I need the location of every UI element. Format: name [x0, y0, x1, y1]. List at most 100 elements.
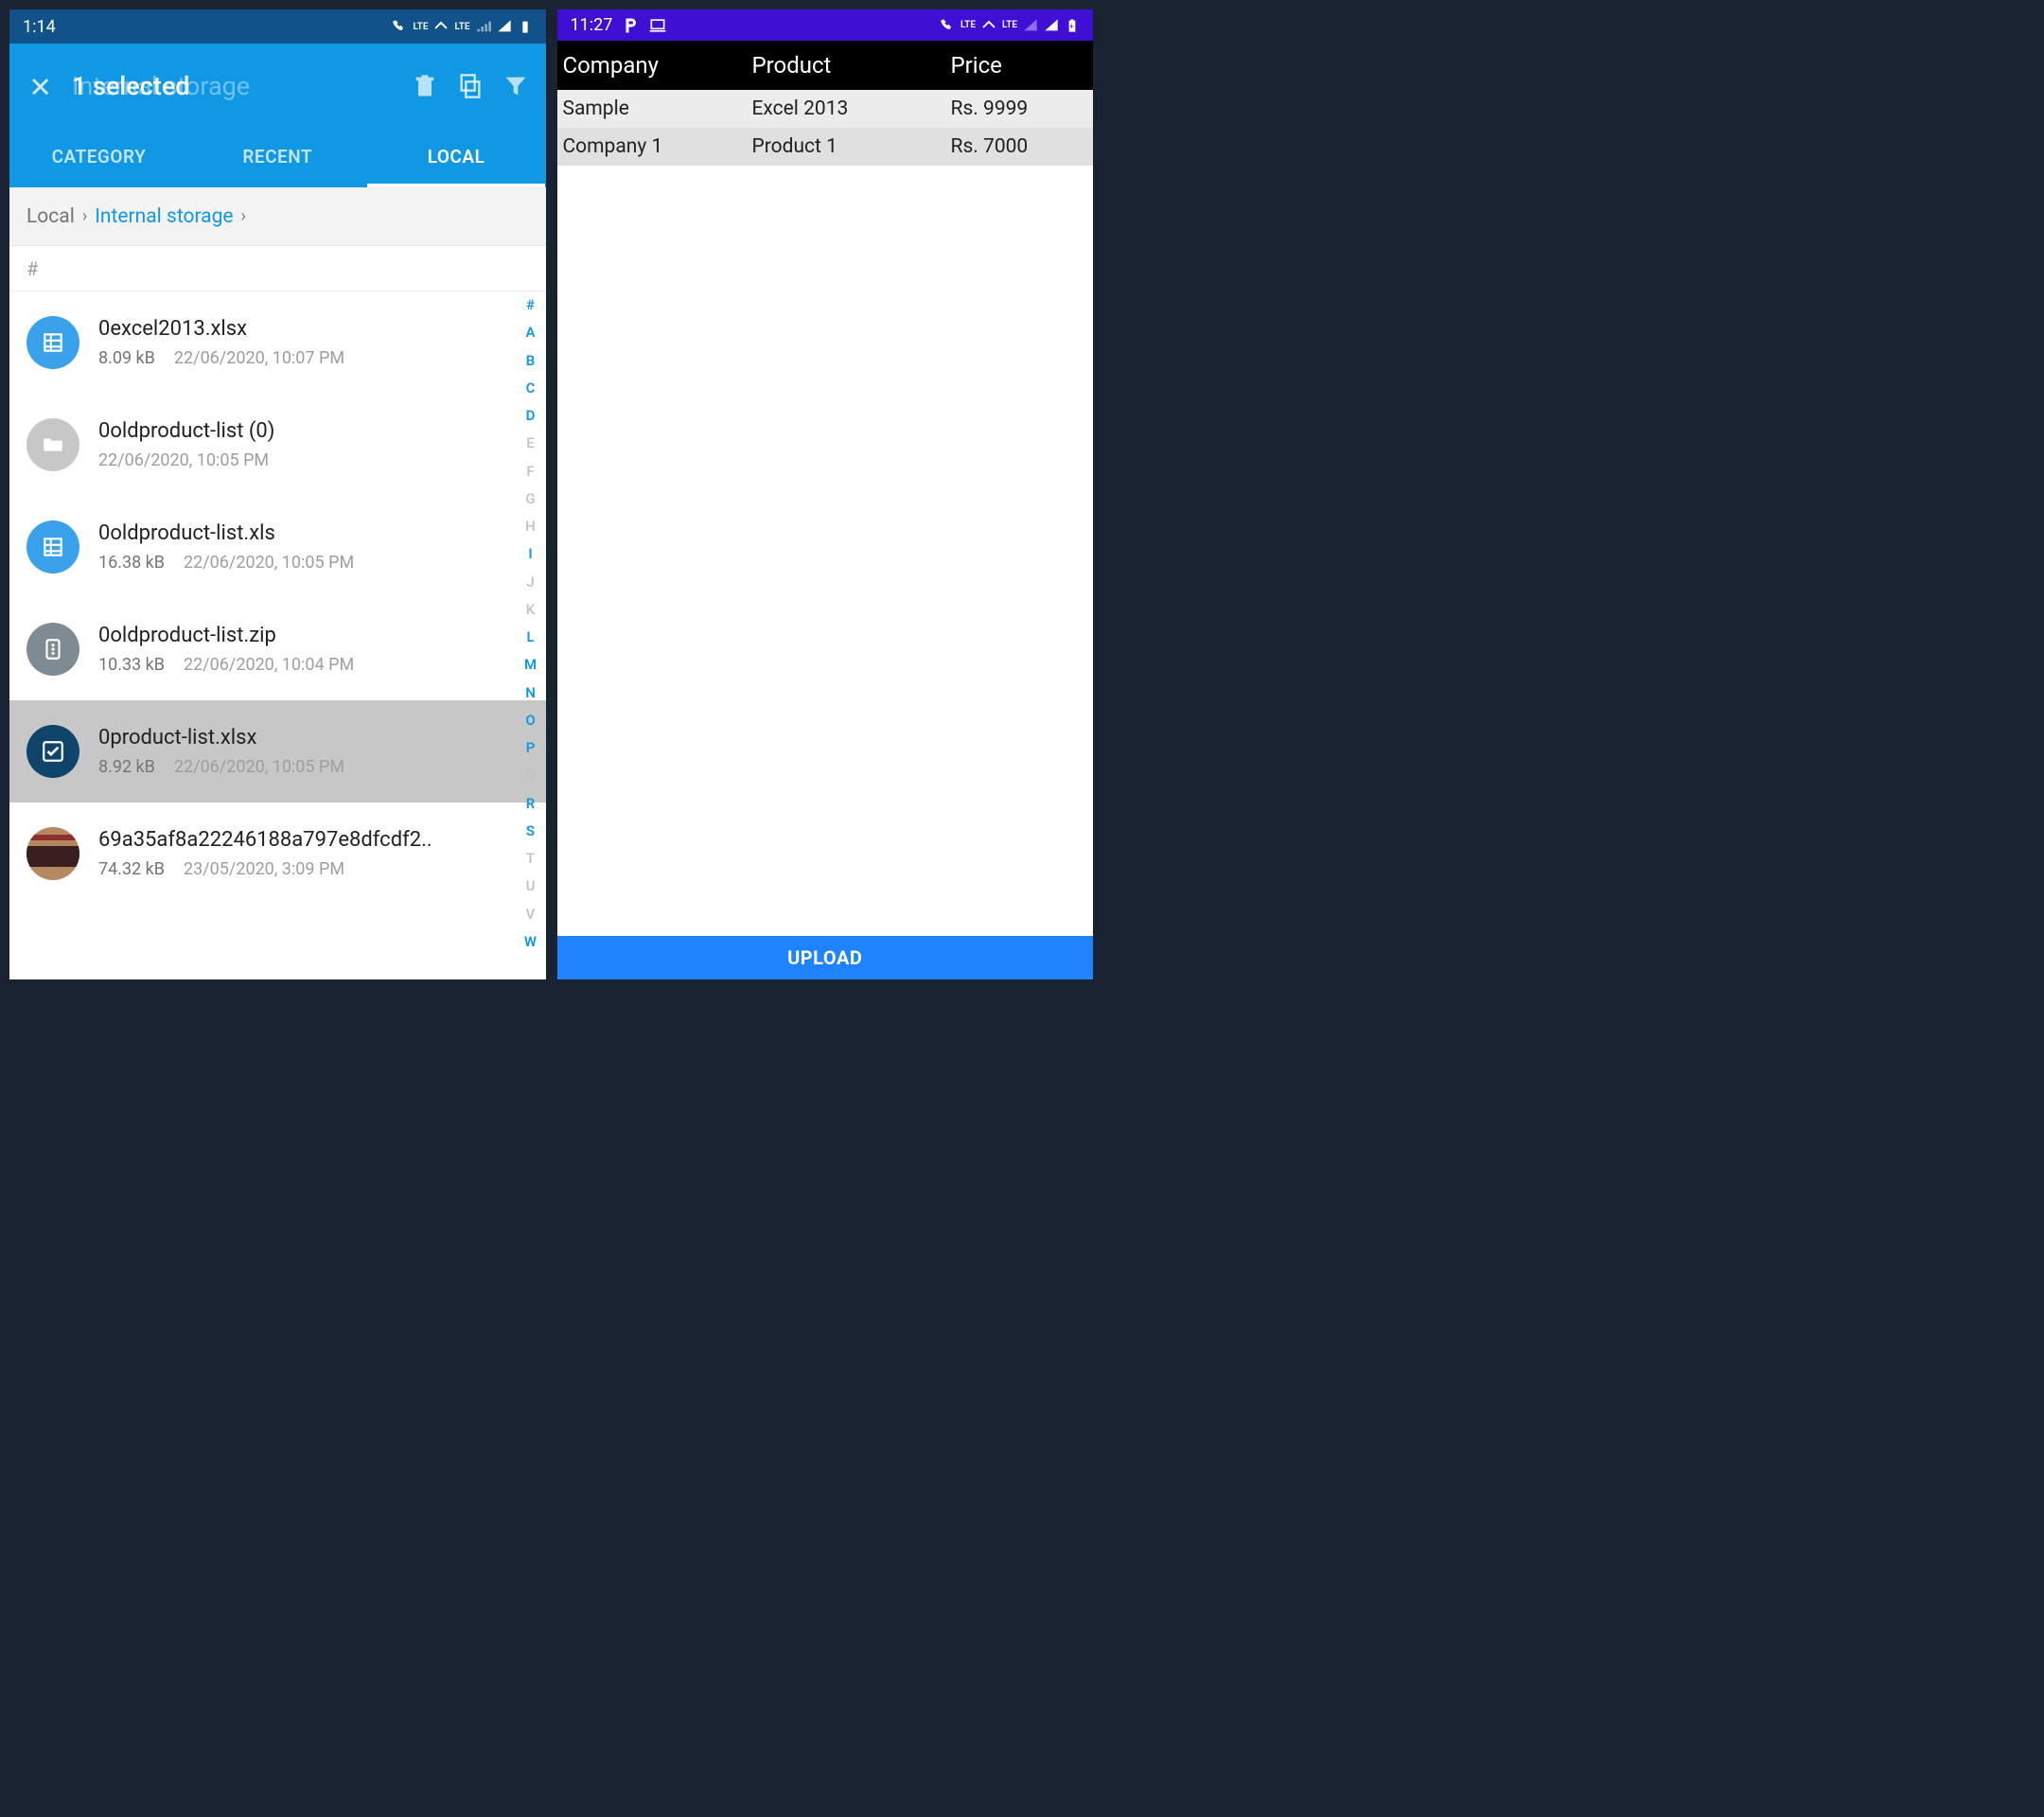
lte-label-2: LTE: [1002, 20, 1017, 30]
battery-icon: [1065, 18, 1080, 33]
table-body: SampleExcel 2013Rs. 9999Company 1Product…: [557, 90, 1094, 166]
upload-button[interactable]: UPLOAD: [557, 936, 1094, 979]
az-scroll-index[interactable]: #ABCDEFGHIJKLMNOPQRSTUVW: [521, 291, 540, 956]
status-bar: 1:14 LTE LTE: [9, 9, 546, 44]
az-letter[interactable]: H: [521, 513, 540, 540]
file-name: 0oldproduct-list.zip: [98, 624, 529, 647]
az-letter[interactable]: V: [521, 901, 540, 928]
az-letter[interactable]: W: [521, 928, 540, 956]
az-letter[interactable]: G: [521, 485, 540, 513]
file-meta: 10.33 kB22/06/2020, 10:04 PM: [98, 655, 529, 675]
az-letter[interactable]: D: [521, 402, 540, 430]
az-letter[interactable]: U: [521, 873, 540, 900]
file-row[interactable]: 0oldproduct-list.zip 10.33 kB22/06/2020, …: [9, 598, 546, 700]
status-time: 11:27: [571, 15, 613, 35]
copy-icon[interactable]: [457, 73, 484, 99]
sheet-icon: [26, 520, 79, 573]
zip-icon: [26, 623, 79, 676]
az-letter[interactable]: N: [521, 679, 540, 707]
file-name: 69a35af8a22246188a797e8dfcdf2..: [98, 828, 529, 852]
file-name: 0product-list.xlsx: [98, 726, 529, 750]
file-row[interactable]: 0oldproduct-list.xls16.38 kB22/06/2020, …: [9, 496, 546, 598]
image-icon: [26, 827, 79, 880]
az-letter[interactable]: M: [521, 651, 540, 679]
table-row[interactable]: Company 1Product 1Rs. 7000: [557, 128, 1094, 166]
cell-company: Company 1: [563, 135, 752, 158]
signal-icon: [1023, 18, 1038, 33]
az-letter[interactable]: S: [521, 818, 540, 845]
az-letter[interactable]: R: [521, 790, 540, 818]
cell-product: Excel 2013: [752, 97, 951, 120]
status-time: 1:14: [23, 17, 56, 37]
tab-bar: CATEGORY RECENT LOCAL: [9, 129, 546, 187]
table-header: Company Product Price: [557, 41, 1094, 90]
lte-label-2: LTE: [454, 22, 469, 32]
laptop-icon: [648, 16, 667, 35]
file-info: 0oldproduct-list.xls16.38 kB22/06/2020, …: [98, 521, 529, 573]
signal-icon-2: [1044, 18, 1059, 33]
battery-icon: [518, 19, 533, 34]
file-name: 0oldproduct-list.xls: [98, 521, 529, 545]
file-list: 0excel2013.xlsx 8.09 kB22/06/2020, 10:07 …: [9, 291, 546, 905]
az-letter[interactable]: J: [521, 569, 540, 596]
toolbar-title: Internal storage 1 selected: [72, 71, 393, 101]
az-letter[interactable]: K: [521, 596, 540, 624]
filter-icon[interactable]: [502, 73, 529, 99]
chevron-right-icon: ›: [241, 206, 246, 226]
az-letter[interactable]: A: [521, 319, 540, 346]
cell-product: Product 1: [752, 135, 951, 158]
phone-icon: [392, 19, 407, 34]
chevron-right-icon: ›: [82, 206, 87, 226]
lte-label: LTE: [960, 20, 976, 30]
cell-company: Sample: [563, 97, 752, 120]
file-name: 0excel2013.xlsx: [98, 317, 529, 341]
tab-local[interactable]: LOCAL: [367, 129, 546, 187]
folder-icon: [26, 418, 79, 471]
az-letter[interactable]: E: [521, 430, 540, 457]
az-letter[interactable]: L: [521, 624, 540, 651]
product-table-screen: 11:27 LTE LTE Company Product Price Samp…: [557, 9, 1094, 979]
az-letter[interactable]: B: [521, 347, 540, 375]
signal-icon-2: [497, 19, 512, 34]
file-info: 0excel2013.xlsx 8.09 kB22/06/2020, 10:07 …: [98, 317, 529, 368]
file-meta: 22/06/2020, 10:05 PM: [98, 450, 529, 470]
delete-icon[interactable]: [412, 73, 438, 99]
file-row[interactable]: 69a35af8a22246188a797e8dfcdf2..74.32 kB2…: [9, 803, 546, 905]
sheet-icon: [26, 316, 79, 369]
wifi-icon: [981, 18, 996, 33]
file-info: 69a35af8a22246188a797e8dfcdf2..74.32 kB2…: [98, 828, 529, 879]
file-info: 0product-list.xlsx 8.92 kB22/06/2020, 10:…: [98, 726, 529, 777]
file-row[interactable]: 0product-list.xlsx 8.92 kB22/06/2020, 10:…: [9, 700, 546, 803]
file-row[interactable]: 0oldproduct-list (0) 22/06/2020, 10:05 PM: [9, 394, 546, 496]
tab-recent[interactable]: RECENT: [188, 129, 367, 187]
az-letter[interactable]: P: [521, 734, 540, 762]
empty-area: [557, 166, 1094, 936]
az-letter[interactable]: Q: [521, 762, 540, 789]
file-info: 0oldproduct-list (0) 22/06/2020, 10:05 PM: [98, 419, 529, 470]
az-letter[interactable]: C: [521, 375, 540, 402]
lte-label: LTE: [413, 22, 428, 32]
az-letter[interactable]: F: [521, 458, 540, 485]
selection-toolbar: Internal storage 1 selected: [9, 44, 546, 129]
file-name: 0oldproduct-list (0): [98, 419, 529, 443]
col-product: Product: [752, 52, 951, 79]
table-row[interactable]: SampleExcel 2013Rs. 9999: [557, 90, 1094, 128]
file-info: 0oldproduct-list.zip 10.33 kB22/06/2020, …: [98, 624, 529, 675]
breadcrumb-current[interactable]: Internal storage: [95, 205, 233, 228]
section-header: #: [9, 246, 546, 291]
az-letter[interactable]: O: [521, 707, 540, 734]
close-icon[interactable]: [26, 73, 53, 99]
col-company: Company: [563, 52, 752, 79]
file-meta: 8.92 kB22/06/2020, 10:05 PM: [98, 757, 529, 777]
file-row[interactable]: 0excel2013.xlsx 8.09 kB22/06/2020, 10:07 …: [9, 291, 546, 394]
az-letter[interactable]: T: [521, 845, 540, 873]
p-icon: [622, 17, 639, 34]
col-price: Price: [951, 52, 1088, 79]
az-letter[interactable]: #: [521, 291, 540, 319]
breadcrumb-root[interactable]: Local: [26, 205, 75, 228]
tab-category[interactable]: CATEGORY: [9, 129, 188, 187]
wifi-icon: [433, 19, 449, 34]
status-bar: 11:27 LTE LTE: [557, 9, 1094, 41]
file-meta: 8.09 kB22/06/2020, 10:07 PM: [98, 348, 529, 368]
az-letter[interactable]: I: [521, 540, 540, 568]
